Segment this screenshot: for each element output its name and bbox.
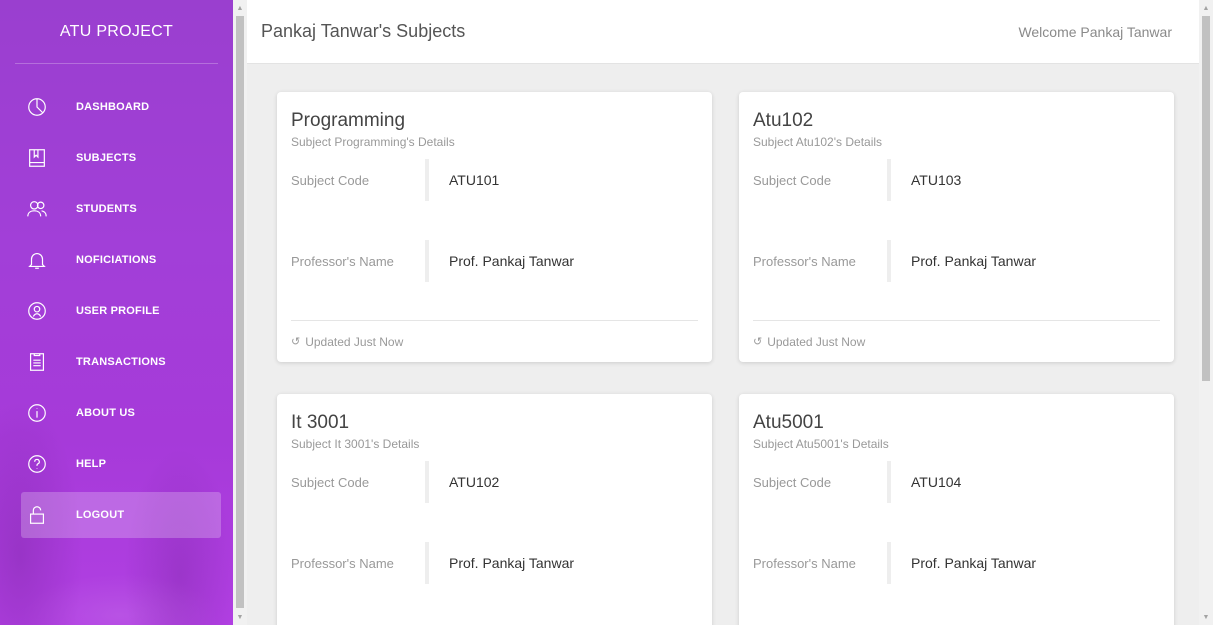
updated-text: Updated Just Now xyxy=(767,334,866,349)
professor-value: Prof. Pankaj Tanwar xyxy=(911,253,1037,269)
subject-code-value: ATU102 xyxy=(449,474,500,490)
sidebar-item-label: HELP xyxy=(76,458,107,470)
scroll-down-arrow-icon[interactable]: ▼ xyxy=(1199,611,1213,623)
page-title: Pankaj Tanwar's Subjects xyxy=(261,21,466,41)
sidebar-item-label: ABOUT US xyxy=(76,407,136,419)
sidebar-item-label: USER PROFILE xyxy=(76,305,160,317)
subject-card-programming: Programming Subject Programming's Detail… xyxy=(277,92,712,362)
row-divider xyxy=(887,159,891,201)
sidebar-item-label: NOFICIATIONS xyxy=(76,254,157,266)
professor-row: Professor's Name Prof. Pankaj Tanwar xyxy=(291,238,698,284)
sidebar-item-label: TRANSACTIONS xyxy=(76,356,166,368)
sidebar-scroll-thumb[interactable] xyxy=(236,16,244,608)
subject-code-row: Subject Code ATU101 xyxy=(291,157,698,203)
user-circle-icon xyxy=(25,299,49,323)
main-content: Pankaj Tanwar's Subjects Welcome Pankaj … xyxy=(247,0,1199,625)
book-icon xyxy=(25,146,49,170)
sidebar-item-logout[interactable]: LOGOUT xyxy=(21,492,221,538)
welcome-text: Welcome Pankaj Tanwar xyxy=(1018,23,1172,40)
brand-title[interactable]: ATU PROJECT xyxy=(0,0,233,64)
card-footer: ↺ Updated Just Now xyxy=(291,320,698,362)
professor-label: Professor's Name xyxy=(753,555,856,571)
professor-label: Professor's Name xyxy=(291,253,394,269)
card-title: Atu5001 xyxy=(753,412,824,433)
card-footer: ↺ Updated Just Now xyxy=(753,320,1160,362)
card-subtitle: Subject Atu5001's Details xyxy=(753,437,889,451)
top-bar: Pankaj Tanwar's Subjects Welcome Pankaj … xyxy=(247,0,1199,64)
subject-code-label: Subject Code xyxy=(753,474,832,490)
row-divider xyxy=(425,240,429,282)
subject-code-row: Subject Code ATU103 xyxy=(753,157,1160,203)
professor-value: Prof. Pankaj Tanwar xyxy=(449,253,575,269)
subject-code-label: Subject Code xyxy=(291,172,370,188)
sidebar-item-label: LOGOUT xyxy=(76,509,125,521)
scroll-down-arrow-icon[interactable]: ▼ xyxy=(233,611,247,623)
sidebar-item-dashboard[interactable]: DASHBOARD xyxy=(21,84,221,130)
main-scrollbar[interactable]: ▲ ▼ xyxy=(1199,0,1213,625)
subject-code-row: Subject Code ATU102 xyxy=(291,459,698,505)
subject-code-value: ATU104 xyxy=(911,474,962,490)
help-icon xyxy=(25,452,49,476)
bell-icon xyxy=(25,248,49,272)
professor-value: Prof. Pankaj Tanwar xyxy=(911,555,1037,571)
row-divider xyxy=(425,159,429,201)
subject-code-label: Subject Code xyxy=(753,172,832,188)
sidebar-item-label: SUBJECTS xyxy=(76,152,137,164)
app-window: ATU PROJECT DASHBOARD SUBJECTS STUDENTS xyxy=(0,0,1213,625)
card-title: It 3001 xyxy=(291,412,350,433)
subject-code-label: Subject Code xyxy=(291,474,370,490)
row-divider xyxy=(887,461,891,503)
subject-code-value: ATU101 xyxy=(449,172,500,188)
card-title: Programming xyxy=(291,110,406,131)
sidebar-item-label: DASHBOARD xyxy=(76,101,150,113)
scroll-up-arrow-icon[interactable]: ▲ xyxy=(1199,2,1213,14)
info-icon xyxy=(25,401,49,425)
professor-row: Professor's Name Prof. Pankaj Tanwar xyxy=(291,540,698,586)
history-icon: ↺ xyxy=(753,336,763,348)
sidebar: ATU PROJECT DASHBOARD SUBJECTS STUDENTS xyxy=(0,0,233,625)
sidebar-item-subjects[interactable]: SUBJECTS xyxy=(21,135,221,181)
sidebar-item-notifications[interactable]: NOFICIATIONS xyxy=(21,237,221,283)
sidebar-item-students[interactable]: STUDENTS xyxy=(21,186,221,232)
sidebar-item-help[interactable]: HELP xyxy=(21,441,221,487)
subject-card-atu102: Atu102 Subject Atu102's Details Subject … xyxy=(739,92,1174,362)
professor-label: Professor's Name xyxy=(291,555,394,571)
sidebar-nav: DASHBOARD SUBJECTS STUDENTS NOFICIATIONS xyxy=(0,64,233,538)
sidebar-item-user-profile[interactable]: USER PROFILE xyxy=(21,288,221,334)
pie-chart-icon xyxy=(25,95,49,119)
updated-text: Updated Just Now xyxy=(305,334,404,349)
sidebar-item-about-us[interactable]: ABOUT US xyxy=(21,390,221,436)
professor-row: Professor's Name Prof. Pankaj Tanwar xyxy=(753,238,1160,284)
card-title: Atu102 xyxy=(753,110,814,131)
subject-code-value: ATU103 xyxy=(911,172,962,188)
sidebar-item-label: STUDENTS xyxy=(76,203,137,215)
card-subtitle: Subject Atu102's Details xyxy=(753,135,883,149)
professor-value: Prof. Pankaj Tanwar xyxy=(449,555,575,571)
sidebar-scrollbar[interactable]: ▲ ▼ xyxy=(233,0,247,625)
subject-code-row: Subject Code ATU104 xyxy=(753,459,1160,505)
row-divider xyxy=(887,542,891,584)
professor-row: Professor's Name Prof. Pankaj Tanwar xyxy=(753,540,1160,586)
lock-icon xyxy=(25,503,49,527)
sidebar-item-transactions[interactable]: TRANSACTIONS xyxy=(21,339,221,385)
scroll-up-arrow-icon[interactable]: ▲ xyxy=(233,2,247,14)
subject-card-it-3001: It 3001 Subject It 3001's Details Subjec… xyxy=(277,394,712,625)
subject-card-atu5001: Atu5001 Subject Atu5001's Details Subjec… xyxy=(739,394,1174,625)
users-icon xyxy=(25,197,49,221)
row-divider xyxy=(425,461,429,503)
card-subtitle: Subject Programming's Details xyxy=(291,135,455,149)
row-divider xyxy=(425,542,429,584)
card-subtitle: Subject It 3001's Details xyxy=(291,437,420,451)
history-icon: ↺ xyxy=(291,336,301,348)
main-scroll-thumb[interactable] xyxy=(1202,16,1210,381)
clipboard-icon xyxy=(25,350,49,374)
professor-label: Professor's Name xyxy=(753,253,856,269)
row-divider xyxy=(887,240,891,282)
